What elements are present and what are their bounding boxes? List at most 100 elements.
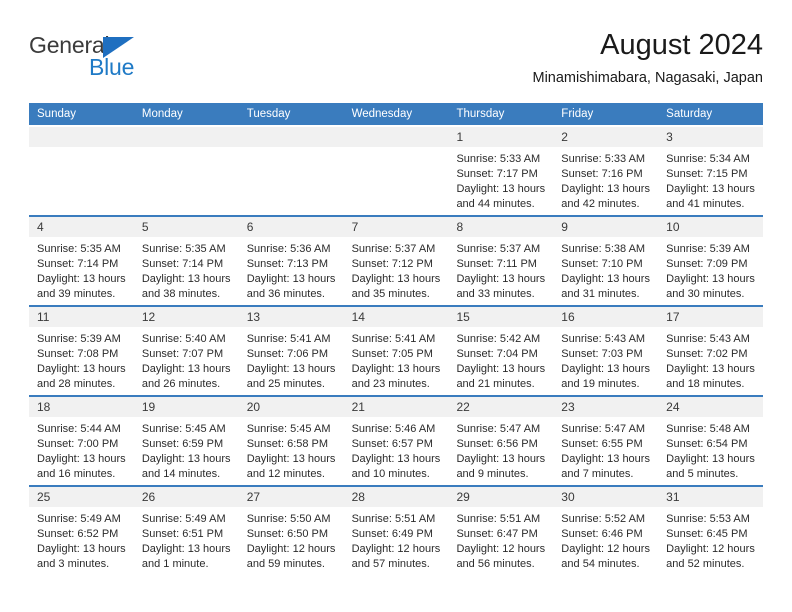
day-cell-29[interactable]: 29 Sunrise: 5:51 AM Sunset: 6:47 PM Dayligh… bbox=[448, 487, 554, 575]
sunset-text: Sunset: 6:45 PM bbox=[666, 528, 748, 540]
day-cell-2[interactable]: 2 Sunrise: 5:33 AM Sunset: 7:16 PM Daylight… bbox=[553, 127, 659, 215]
day-cell-13[interactable]: 13 Sunrise: 5:41 AM Sunset: 7:06 PM Dayligh… bbox=[238, 307, 344, 395]
day-number-strip bbox=[343, 127, 449, 147]
sunset-text: Sunset: 6:46 PM bbox=[561, 528, 643, 540]
day-cell-12[interactable]: 12 Sunrise: 5:40 AM Sunset: 7:07 PM Dayligh… bbox=[133, 307, 239, 395]
day-cell-3[interactable]: 3 Sunrise: 5:34 AM Sunset: 7:15 PM Daylight… bbox=[658, 127, 764, 215]
sunrise-text: Sunrise: 5:41 AM bbox=[351, 333, 436, 345]
day-number: 1 bbox=[456, 130, 464, 144]
day-details: Sunrise: 5:37 AM Sunset: 7:12 PM Daylight:… bbox=[344, 237, 449, 302]
day-cell-15[interactable]: 15 Sunrise: 5:42 AM Sunset: 7:04 PM Dayligh… bbox=[448, 307, 554, 395]
calendar-week-row: 1 Sunrise: 5:33 AM Sunset: 7:17 PM Daylight… bbox=[29, 125, 764, 215]
sunrise-text: Sunrise: 5:47 AM bbox=[561, 423, 646, 435]
day-cell-18[interactable]: 18 Sunrise: 5:44 AM Sunset: 7:00 PM Dayligh… bbox=[29, 397, 134, 485]
day-details: Sunrise: 5:45 AM Sunset: 6:59 PM Daylight:… bbox=[134, 417, 239, 482]
day-cell-17[interactable]: 17 Sunrise: 5:43 AM Sunset: 7:02 PM Dayligh… bbox=[658, 307, 764, 395]
day-cell-19[interactable]: 19 Sunrise: 5:45 AM Sunset: 6:59 PM Dayligh… bbox=[133, 397, 239, 485]
day-cell-11[interactable]: 11 Sunrise: 5:39 AM Sunset: 7:08 PM Dayligh… bbox=[29, 307, 134, 395]
day-cell-16[interactable]: 16 Sunrise: 5:43 AM Sunset: 7:03 PM Dayligh… bbox=[553, 307, 659, 395]
day-cell-26[interactable]: 26 Sunrise: 5:49 AM Sunset: 6:51 PM Dayligh… bbox=[133, 487, 239, 575]
day-cell-14[interactable]: 14 Sunrise: 5:41 AM Sunset: 7:05 PM Dayligh… bbox=[343, 307, 449, 395]
sunrise-text: Sunrise: 5:39 AM bbox=[666, 243, 750, 255]
day-number: 18 bbox=[37, 400, 51, 414]
daylight-text: Daylight: 13 hours and 10 minutes. bbox=[351, 453, 441, 480]
daylight-text: Daylight: 13 hours and 12 minutes. bbox=[246, 453, 336, 480]
day-cell-22[interactable]: 22 Sunrise: 5:47 AM Sunset: 6:56 PM Dayligh… bbox=[448, 397, 554, 485]
day-cell-21[interactable]: 21 Sunrise: 5:46 AM Sunset: 6:57 PM Dayligh… bbox=[343, 397, 449, 485]
day-cell-5[interactable]: 5 Sunrise: 5:35 AM Sunset: 7:14 PM Daylight… bbox=[133, 217, 239, 305]
day-cell-6[interactable]: 6 Sunrise: 5:36 AM Sunset: 7:13 PM Daylight… bbox=[238, 217, 344, 305]
sunrise-text: Sunrise: 5:45 AM bbox=[246, 423, 331, 435]
day-details: Sunrise: 5:45 AM Sunset: 6:58 PM Daylight:… bbox=[239, 417, 344, 482]
day-details: Sunrise: 5:47 AM Sunset: 6:55 PM Daylight:… bbox=[553, 417, 658, 482]
sunrise-text: Sunrise: 5:50 AM bbox=[246, 513, 331, 525]
daylight-text: Daylight: 12 hours and 52 minutes. bbox=[666, 543, 755, 570]
brand-logo[interactable]: General Blue bbox=[29, 32, 229, 88]
sunrise-text: Sunrise: 5:51 AM bbox=[351, 513, 436, 525]
day-cell-9[interactable]: 9 Sunrise: 5:38 AM Sunset: 7:10 PM Daylight… bbox=[553, 217, 659, 305]
sunrise-text: Sunrise: 5:37 AM bbox=[351, 243, 436, 255]
day-details: Sunrise: 5:35 AM Sunset: 7:14 PM Daylight:… bbox=[29, 237, 134, 302]
daylight-text: Daylight: 13 hours and 30 minutes. bbox=[666, 273, 755, 300]
day-cell-24[interactable]: 24 Sunrise: 5:48 AM Sunset: 6:54 PM Dayligh… bbox=[658, 397, 764, 485]
daylight-text: Daylight: 13 hours and 1 minute. bbox=[141, 543, 231, 570]
day-cell-28[interactable]: 28 Sunrise: 5:51 AM Sunset: 6:49 PM Dayligh… bbox=[343, 487, 449, 575]
day-cell-30[interactable]: 30 Sunrise: 5:52 AM Sunset: 6:46 PM Dayligh… bbox=[553, 487, 659, 575]
day-cell-1[interactable]: 1 Sunrise: 5:33 AM Sunset: 7:17 PM Daylight… bbox=[448, 127, 554, 215]
day-cell-27[interactable]: 27 Sunrise: 5:50 AM Sunset: 6:50 PM Dayligh… bbox=[238, 487, 344, 575]
daylight-text: Daylight: 13 hours and 26 minutes. bbox=[141, 363, 231, 390]
daylight-text: Daylight: 13 hours and 5 minutes. bbox=[666, 453, 755, 480]
day-number-strip: 6 bbox=[238, 217, 344, 237]
day-number: 14 bbox=[351, 310, 365, 324]
day-cell-20[interactable]: 20 Sunrise: 5:45 AM Sunset: 6:58 PM Dayligh… bbox=[238, 397, 344, 485]
day-cell-31[interactable]: 31 Sunrise: 5:53 AM Sunset: 6:45 PM Dayligh… bbox=[658, 487, 764, 575]
day-number-strip bbox=[238, 127, 344, 147]
day-number-strip bbox=[29, 127, 134, 147]
daylight-text: Daylight: 13 hours and 28 minutes. bbox=[37, 363, 126, 390]
day-cell-empty bbox=[343, 127, 449, 215]
sunrise-text: Sunrise: 5:53 AM bbox=[666, 513, 750, 525]
day-details: Sunrise: 5:41 AM Sunset: 7:06 PM Daylight:… bbox=[239, 327, 344, 392]
day-cell-23[interactable]: 23 Sunrise: 5:47 AM Sunset: 6:55 PM Dayligh… bbox=[553, 397, 659, 485]
calendar-week-row: 25 Sunrise: 5:49 AM Sunset: 6:52 PM Dayligh… bbox=[29, 485, 764, 575]
calendar-body: 1 Sunrise: 5:33 AM Sunset: 7:17 PM Daylight… bbox=[29, 125, 764, 575]
day-details: Sunrise: 5:49 AM Sunset: 6:52 PM Daylight:… bbox=[29, 507, 134, 572]
day-cell-4[interactable]: 4 Sunrise: 5:35 AM Sunset: 7:14 PM Daylight… bbox=[29, 217, 134, 305]
day-number: 5 bbox=[141, 220, 149, 234]
sunrise-text: Sunrise: 5:35 AM bbox=[37, 243, 121, 255]
daylight-text: Daylight: 12 hours and 57 minutes. bbox=[351, 543, 441, 570]
day-number-strip: 10 bbox=[658, 217, 764, 237]
day-number: 25 bbox=[37, 490, 51, 504]
sunrise-text: Sunrise: 5:43 AM bbox=[666, 333, 750, 345]
day-details: Sunrise: 5:47 AM Sunset: 6:56 PM Daylight:… bbox=[448, 417, 553, 482]
sunrise-text: Sunrise: 5:39 AM bbox=[37, 333, 121, 345]
day-details: Sunrise: 5:43 AM Sunset: 7:02 PM Daylight:… bbox=[658, 327, 763, 392]
day-cell-8[interactable]: 8 Sunrise: 5:37 AM Sunset: 7:11 PM Daylight… bbox=[448, 217, 554, 305]
weekday-header-wednesday: Wednesday bbox=[351, 108, 413, 120]
sunset-text: Sunset: 7:07 PM bbox=[141, 348, 224, 360]
day-number-strip: 28 bbox=[343, 487, 449, 507]
sunset-text: Sunset: 6:55 PM bbox=[561, 438, 643, 450]
sunset-text: Sunset: 6:49 PM bbox=[351, 528, 433, 540]
day-details: Sunrise: 5:37 AM Sunset: 7:11 PM Daylight:… bbox=[448, 237, 553, 302]
day-cell-10[interactable]: 10 Sunrise: 5:39 AM Sunset: 7:09 PM Dayligh… bbox=[658, 217, 764, 305]
daylight-text: Daylight: 13 hours and 31 minutes. bbox=[561, 273, 650, 300]
day-details: Sunrise: 5:33 AM Sunset: 7:16 PM Daylight:… bbox=[553, 147, 658, 212]
day-cell-empty bbox=[133, 127, 239, 215]
day-number-strip: 8 bbox=[448, 217, 554, 237]
day-number-strip: 20 bbox=[238, 397, 344, 417]
day-cell-7[interactable]: 7 Sunrise: 5:37 AM Sunset: 7:12 PM Daylight… bbox=[343, 217, 449, 305]
brand-name-bottom: Blue bbox=[89, 54, 135, 80]
daylight-text: Daylight: 13 hours and 44 minutes. bbox=[456, 183, 546, 210]
daylight-text: Daylight: 13 hours and 21 minutes. bbox=[456, 363, 546, 390]
day-number: 4 bbox=[37, 220, 44, 234]
day-cell-25[interactable]: 25 Sunrise: 5:49 AM Sunset: 6:52 PM Dayligh… bbox=[29, 487, 134, 575]
sunset-text: Sunset: 7:03 PM bbox=[561, 348, 643, 360]
daylight-text: Daylight: 13 hours and 39 minutes. bbox=[37, 273, 126, 300]
sunrise-text: Sunrise: 5:49 AM bbox=[141, 513, 226, 525]
day-details: Sunrise: 5:43 AM Sunset: 7:03 PM Daylight:… bbox=[553, 327, 658, 392]
day-cell-empty bbox=[29, 127, 134, 215]
sunset-text: Sunset: 6:56 PM bbox=[456, 438, 538, 450]
day-details: Sunrise: 5:33 AM Sunset: 7:17 PM Daylight:… bbox=[448, 147, 553, 212]
daylight-text: Daylight: 13 hours and 9 minutes. bbox=[456, 453, 546, 480]
